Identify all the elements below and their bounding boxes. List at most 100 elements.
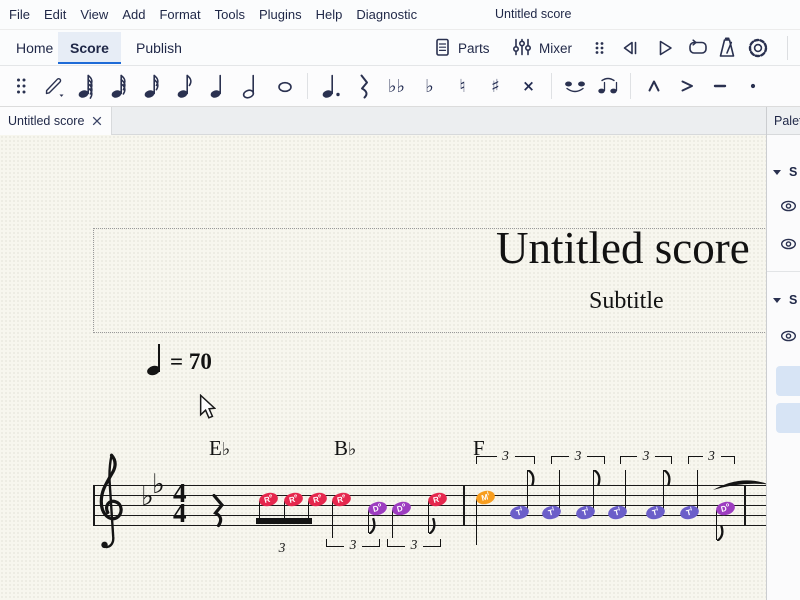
panel-button-1[interactable] [776, 366, 800, 396]
tuplet-number[interactable]: 3 [643, 448, 650, 464]
palettes-panel-title: Palettes [767, 114, 800, 128]
staff-line [93, 505, 766, 506]
loop-playback-button[interactable] [687, 35, 709, 61]
chord-symbol[interactable]: B♭ [334, 436, 356, 461]
toolbar-separator [787, 36, 788, 60]
visibility-eye-icon[interactable] [778, 329, 799, 348]
panel-button-2[interactable] [776, 403, 800, 433]
tuplet-number[interactable]: 3 [279, 540, 286, 556]
marcato-button[interactable] [639, 70, 669, 102]
tab-home[interactable]: Home [4, 32, 65, 64]
menu-item-format[interactable]: Format [152, 3, 207, 26]
playback-drag-handle[interactable] [593, 35, 606, 61]
panel-section-2[interactable]: S [773, 293, 800, 307]
tuplet-number[interactable]: 3 [708, 448, 715, 464]
window-title: Untitled score [495, 7, 571, 21]
toolbar-separator [307, 73, 308, 99]
key-signature-flat[interactable]: ♭ [152, 469, 165, 500]
eighth-note-button[interactable] [171, 70, 201, 102]
rewind-button[interactable] [619, 35, 641, 61]
tuplet-number[interactable]: 3 [411, 537, 418, 553]
menu-item-help[interactable]: Help [309, 3, 350, 26]
document-tab-label: Untitled score [8, 114, 84, 128]
tuplet-bracket [620, 456, 637, 464]
quarter-rest[interactable] [210, 494, 226, 528]
slur-button[interactable] [593, 70, 623, 102]
flat-button[interactable]: ♭ [415, 70, 445, 102]
double-sharp-button[interactable]: × [514, 70, 544, 102]
64th-note-button[interactable] [72, 70, 102, 102]
workspace-tab-row: Home Score Publish Parts Mixer [0, 30, 800, 66]
toolbar-separator [551, 73, 552, 99]
barline[interactable] [463, 485, 465, 526]
tempo-marking[interactable]: = 70 [146, 340, 256, 385]
staccato-button[interactable] [738, 70, 768, 102]
tuplet-number[interactable]: 3 [575, 448, 582, 464]
time-signature[interactable]: 44 [173, 483, 187, 523]
close-icon[interactable] [92, 116, 102, 126]
parts-button[interactable]: Parts [432, 35, 490, 61]
tab-score[interactable]: Score [58, 32, 121, 64]
sharp-button[interactable]: ♯ [481, 70, 511, 102]
palettes-panel: Palettes S S [766, 107, 800, 600]
toolbar-separator [630, 73, 631, 99]
metronome-button[interactable] [716, 35, 738, 61]
menu-item-view[interactable]: View [73, 3, 115, 26]
score-canvas[interactable]: Untitled score Subtitle = 70 E♭B♭F ♭♭44 … [0, 135, 766, 600]
tenuto-button[interactable] [705, 70, 735, 102]
treble-clef-icon[interactable] [94, 452, 128, 560]
visibility-eye-icon[interactable] [778, 237, 799, 256]
menu-item-tools[interactable]: Tools [208, 3, 252, 26]
tie-button[interactable] [560, 70, 590, 102]
mixer-icon [511, 36, 533, 61]
menu-item-file[interactable]: File [2, 3, 37, 26]
parts-icon [432, 36, 452, 61]
tuplet-bracket [476, 456, 497, 464]
panel-divider [767, 271, 800, 272]
half-note-button[interactable] [237, 70, 267, 102]
slur[interactable] [712, 478, 766, 493]
tuplet-bracket [551, 456, 569, 464]
score-title[interactable]: Untitled score [496, 222, 750, 274]
augmentation-dot-button[interactable] [316, 70, 346, 102]
menu-item-plugins[interactable]: Plugins [252, 3, 309, 26]
chevron-down-icon [773, 170, 781, 175]
natural-button[interactable]: ♮ [448, 70, 478, 102]
play-button[interactable] [653, 35, 675, 61]
tuplet-bracket [515, 456, 536, 464]
chevron-down-icon [773, 298, 781, 303]
menu-bar: FileEditViewAddFormatToolsPluginsHelpDia… [0, 0, 800, 30]
toolbar-drag-handle[interactable] [6, 70, 36, 102]
32nd-note-button[interactable] [105, 70, 135, 102]
double-flat-button[interactable]: ♭♭ [382, 70, 412, 102]
menu-item-add[interactable]: Add [115, 3, 152, 26]
tuplet-bracket [721, 456, 736, 464]
tuplet-bracket [326, 539, 344, 547]
tab-publish[interactable]: Publish [124, 32, 194, 64]
chord-symbol[interactable]: E♭ [209, 436, 230, 461]
rest-button[interactable] [349, 70, 379, 102]
playback-settings-button[interactable] [746, 35, 770, 61]
tuplet-number[interactable]: 3 [350, 537, 357, 553]
tuplet-number[interactable]: 3 [502, 448, 509, 464]
tuplet-bracket [423, 539, 441, 547]
note-input-button[interactable] [39, 70, 69, 102]
staff-line [93, 515, 766, 516]
menu-item-edit[interactable]: Edit [37, 3, 73, 26]
visibility-eye-icon[interactable] [778, 199, 799, 218]
document-tab[interactable]: Untitled score [0, 107, 112, 135]
menu-item-diagnostic[interactable]: Diagnostic [349, 3, 424, 26]
accent-button[interactable] [672, 70, 702, 102]
tuplet-bracket [688, 456, 703, 464]
score-subtitle[interactable]: Subtitle [589, 288, 664, 315]
tuplet-bracket [587, 456, 605, 464]
tuplet-bracket [655, 456, 672, 464]
tuplet-bracket [387, 539, 405, 547]
tuplet-bracket [362, 539, 380, 547]
quarter-note-button[interactable] [204, 70, 234, 102]
palettes-panel-header[interactable]: Palettes [767, 107, 800, 135]
16th-note-button[interactable] [138, 70, 168, 102]
mixer-button[interactable]: Mixer [511, 35, 572, 61]
panel-section-1[interactable]: S [773, 165, 800, 179]
whole-note-button[interactable] [270, 70, 300, 102]
